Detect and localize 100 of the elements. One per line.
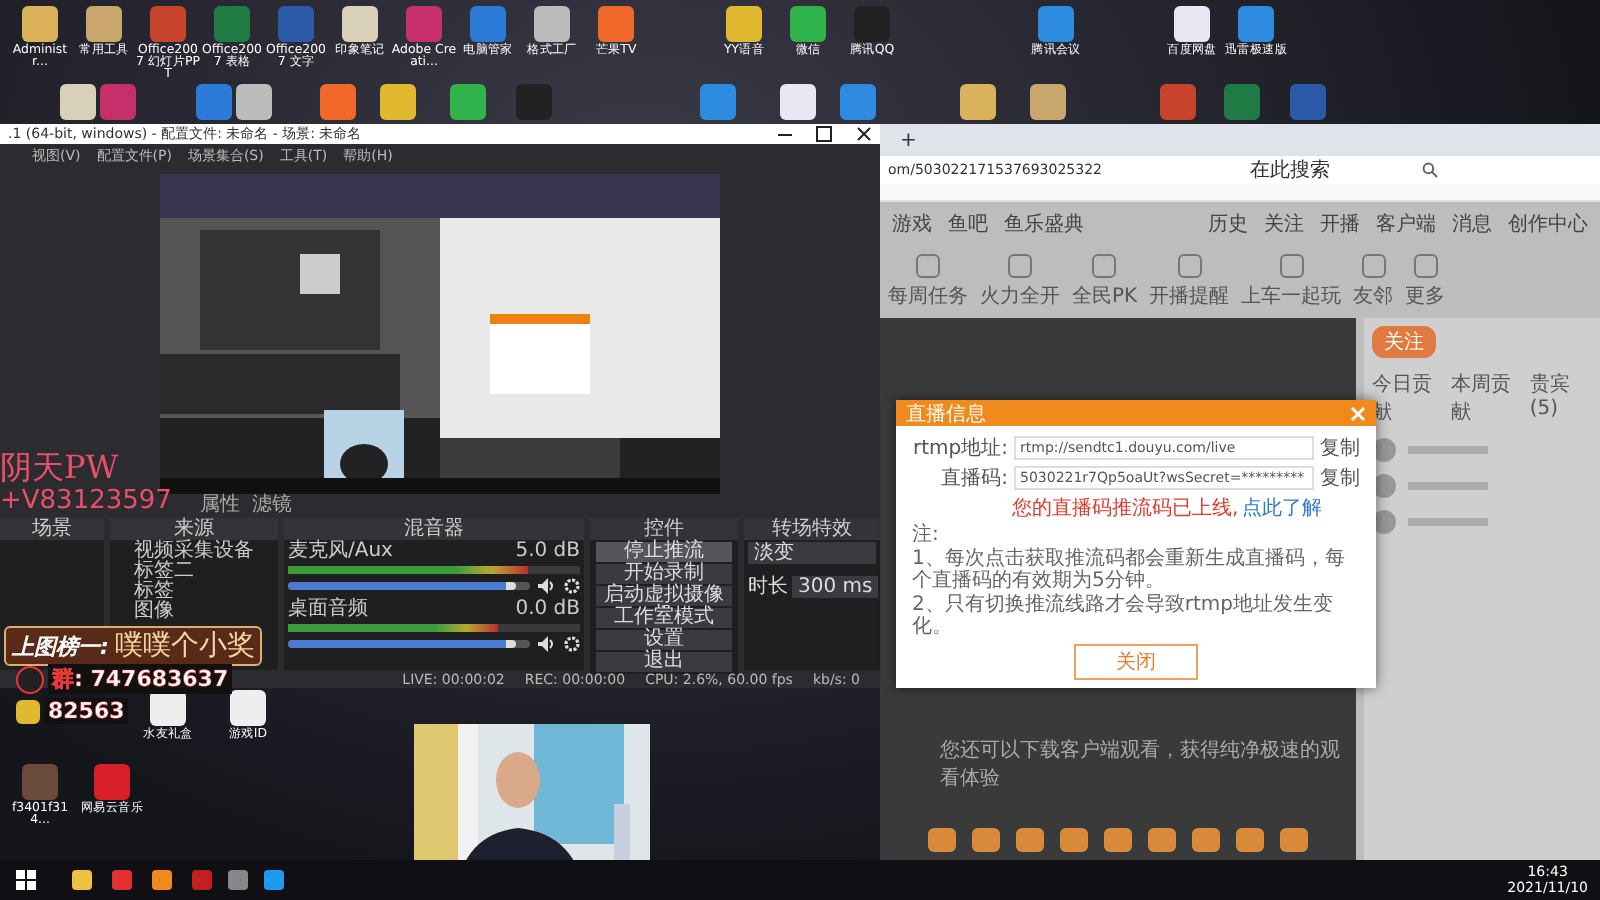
dialog-title: 直播信息: [906, 401, 986, 427]
app-icon[interactable]: [470, 6, 506, 42]
dock-title: 混音器: [284, 518, 584, 540]
nav-link[interactable]: 关注: [1264, 210, 1304, 238]
feature-link[interactable]: 每周任务: [888, 282, 968, 310]
app-icon[interactable]: [450, 84, 486, 120]
control-button[interactable]: 退出: [596, 652, 732, 672]
toolbar-button[interactable]: 滤镜: [252, 494, 292, 516]
nav-link[interactable]: 创作中心: [1508, 210, 1588, 238]
source-item[interactable]: 视频采集设备: [114, 542, 274, 562]
control-button[interactable]: 停止推流: [596, 542, 732, 562]
channel-reading: 5.0 dB: [515, 542, 580, 562]
windows-start-icon[interactable]: [16, 870, 36, 890]
control-button[interactable]: 设置: [596, 630, 732, 650]
learn-more-link[interactable]: 点此了解: [1242, 494, 1323, 522]
minimize-icon[interactable]: [778, 133, 792, 135]
gift-icon[interactable]: [1016, 828, 1044, 852]
rank-tab[interactable]: 本周贡献: [1450, 370, 1524, 426]
feature-icon[interactable]: [1092, 254, 1117, 278]
search-field[interactable]: 在此搜索: [1250, 156, 1410, 184]
field-label: rtmp地址:: [912, 435, 1008, 462]
feature-link[interactable]: 开播提醒: [1149, 282, 1230, 310]
copy-link[interactable]: 复制: [1320, 464, 1360, 492]
app-icon[interactable]: [406, 6, 442, 42]
source-item[interactable]: 标签: [114, 582, 274, 602]
gift-icon[interactable]: [1060, 828, 1088, 852]
settings-icon[interactable]: [564, 636, 580, 652]
app-icon[interactable]: [1290, 84, 1326, 120]
app-icon[interactable]: [196, 84, 232, 120]
gift-icon[interactable]: [928, 828, 956, 852]
app-icon[interactable]: [236, 84, 272, 120]
feature-icon[interactable]: [1413, 254, 1438, 278]
maximize-icon[interactable]: [816, 126, 832, 142]
app-icon[interactable]: [1238, 6, 1274, 42]
app-icon[interactable]: [1224, 84, 1260, 120]
copy-link[interactable]: 复制: [1320, 434, 1360, 462]
app-icon[interactable]: [150, 6, 186, 42]
nav-link[interactable]: 游戏: [892, 210, 932, 238]
feature-icon[interactable]: [916, 254, 940, 278]
feature-link[interactable]: 火力全开: [980, 282, 1060, 310]
gift-icon[interactable]: [1236, 828, 1264, 852]
gift-icon[interactable]: [1280, 828, 1308, 852]
speaker-icon[interactable]: [538, 578, 556, 594]
feature-link[interactable]: 上车一起玩: [1241, 282, 1342, 310]
feature-link[interactable]: 全民PK: [1072, 282, 1138, 310]
settings-icon[interactable]: [564, 578, 580, 594]
app-icon[interactable]: [22, 6, 58, 42]
app-icon[interactable]: [598, 6, 634, 42]
duration-label: 时长: [748, 573, 788, 600]
toolbar-button[interactable]: 属性: [200, 494, 240, 516]
volume-slider[interactable]: [288, 640, 530, 648]
speaker-icon[interactable]: [538, 636, 556, 652]
app-icon[interactable]: [380, 84, 416, 120]
feature-icon[interactable]: [1279, 254, 1304, 278]
app-icon[interactable]: [534, 6, 570, 42]
control-button[interactable]: 开始录制: [596, 564, 732, 584]
channel-reading: 0.0 dB: [515, 600, 580, 620]
feature-icon[interactable]: [1008, 254, 1032, 278]
nav-link[interactable]: 历史: [1208, 210, 1248, 238]
feature-link[interactable]: 友邻: [1353, 282, 1394, 310]
control-button[interactable]: 工作室模式: [596, 608, 732, 628]
nav-link[interactable]: 开播: [1320, 210, 1360, 238]
source-item[interactable]: 标签二: [114, 562, 274, 582]
transition-select[interactable]: 淡变: [748, 542, 876, 564]
note-text: 2、只有切换推流线路才会导致rtmp地址发生变化。: [912, 594, 1335, 638]
gift-icon[interactable]: [1192, 828, 1220, 852]
app-icon[interactable]: [86, 6, 122, 42]
new-tab-button[interactable]: +: [900, 129, 917, 151]
close-icon[interactable]: [856, 126, 872, 142]
app-icon[interactable]: [342, 6, 378, 42]
app-icon[interactable]: [1038, 6, 1074, 42]
app-icon[interactable]: [320, 84, 356, 120]
volume-slider[interactable]: [288, 582, 530, 590]
nav-link[interactable]: 鱼乐盛典: [1004, 210, 1084, 238]
nav-link[interactable]: 消息: [1452, 210, 1492, 238]
rank-tab[interactable]: 贵宾(5): [1529, 370, 1592, 426]
app-icon[interactable]: [1030, 84, 1066, 120]
app-icon[interactable]: [100, 84, 136, 120]
file-icon[interactable]: [230, 690, 266, 726]
app-icon[interactable]: [960, 84, 996, 120]
app-icon[interactable]: [780, 84, 816, 120]
gift-icon[interactable]: [1148, 828, 1176, 852]
duration-field[interactable]: 300 ms: [792, 575, 879, 597]
app-icon[interactable]: [790, 6, 826, 42]
app-icon[interactable]: [726, 6, 762, 42]
gift-icon[interactable]: [972, 828, 1000, 852]
app-icon[interactable]: [214, 6, 250, 42]
nav-link[interactable]: 鱼吧: [948, 210, 988, 238]
source-item[interactable]: 图像: [114, 602, 274, 622]
search-icon[interactable]: [1422, 162, 1438, 178]
nav-link[interactable]: 客户端: [1376, 210, 1436, 238]
feature-link[interactable]: 更多: [1405, 282, 1446, 310]
app-icon[interactable]: [1160, 84, 1196, 120]
feature-icon[interactable]: [1177, 254, 1202, 278]
app-icon[interactable]: [1174, 6, 1210, 42]
download-hint: 您还可以下载客户端观看，获得纯净极速的观看体验: [940, 737, 1342, 792]
app-icon[interactable]: [700, 84, 736, 120]
app-icon[interactable]: [60, 84, 96, 120]
gift-icon[interactable]: [1104, 828, 1132, 852]
feature-icon[interactable]: [1361, 254, 1386, 278]
